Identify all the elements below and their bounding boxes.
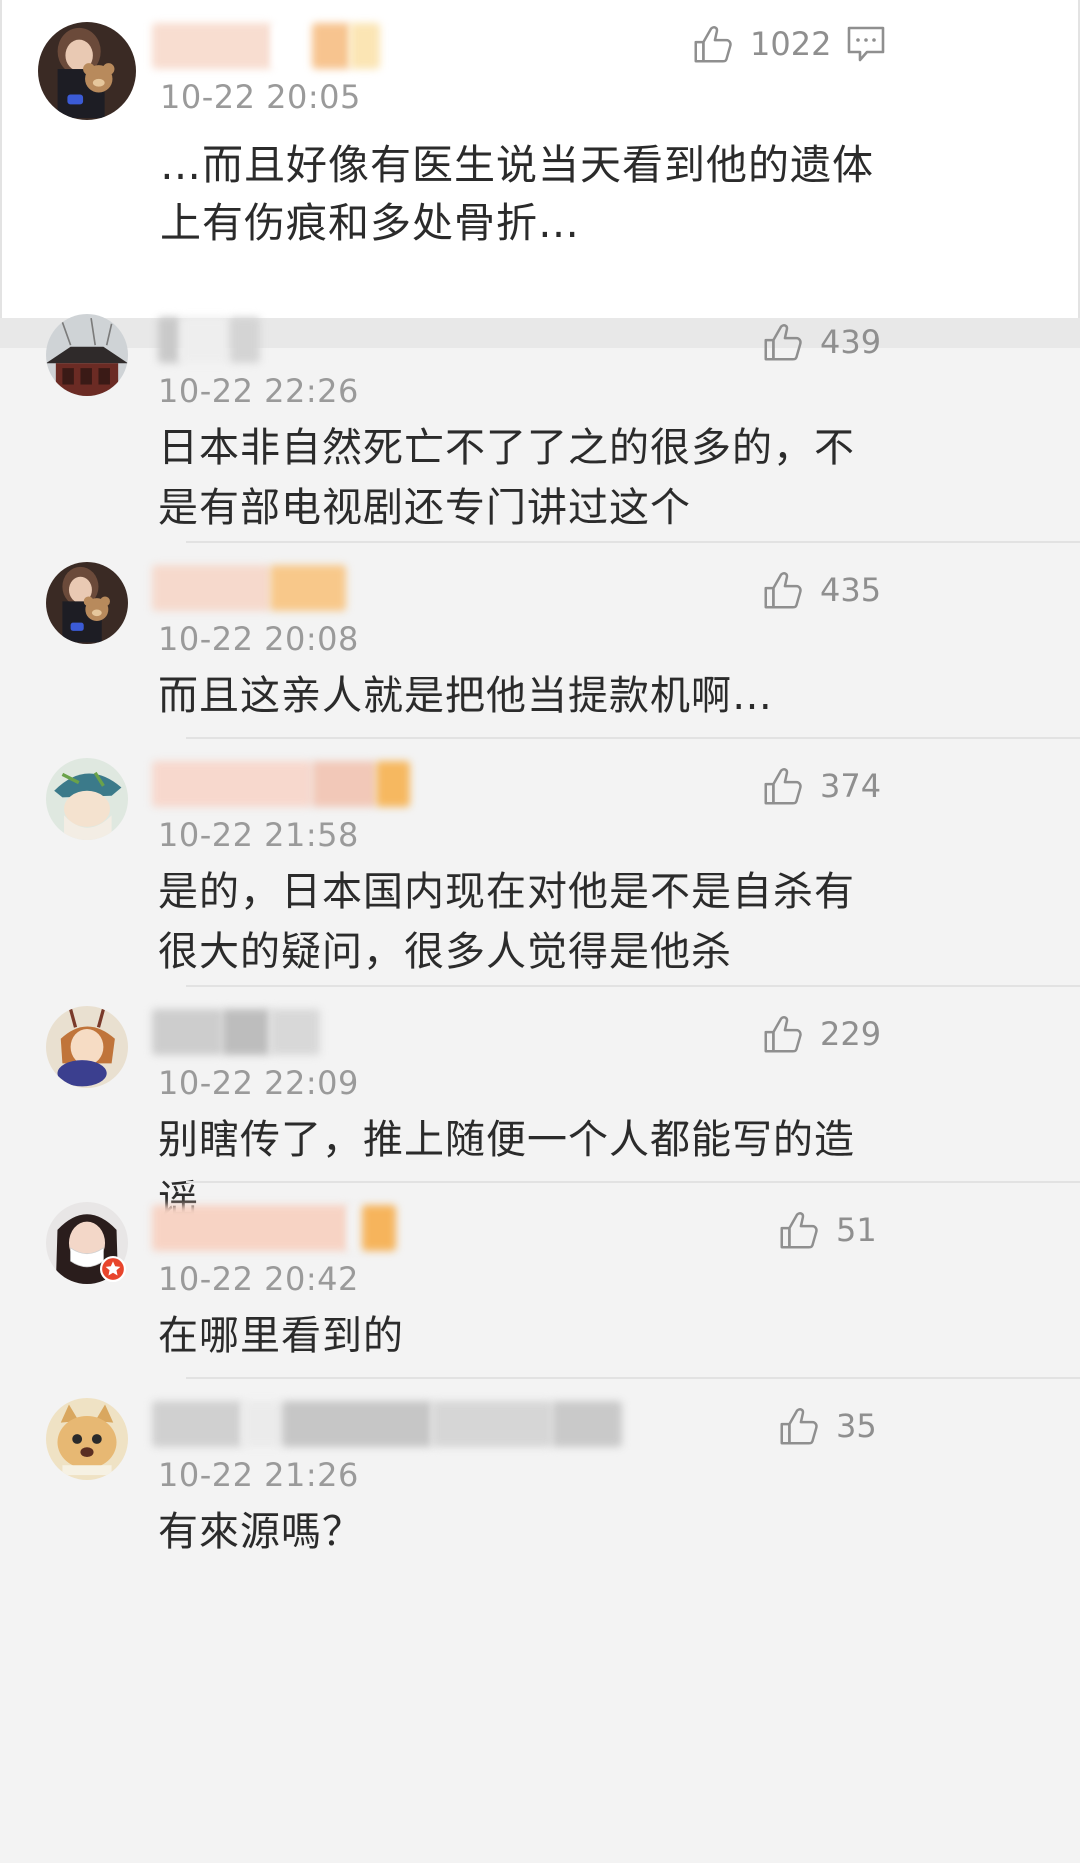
like-button[interactable]: 435	[760, 564, 881, 616]
thumbs-up-icon	[780, 1212, 818, 1249]
divider	[186, 1377, 1080, 1379]
like-button[interactable]: 35	[776, 1400, 877, 1452]
comment-text: 日本非自然死亡不了了之的很多的，不是有部电视剧还专门讲过这个	[158, 425, 855, 531]
comment-time: 10-22 21:58	[158, 816, 359, 854]
comment-time: 10-22 21:26	[158, 1456, 359, 1494]
main-comment: 10-22 20:05 1022 …而且好像有医生说当天看到他的遗体上有伤痕和多…	[0, 0, 1080, 318]
username-blurred[interactable]	[152, 1006, 320, 1058]
divider	[186, 541, 1080, 543]
thumbs-up-icon	[764, 1016, 802, 1053]
username-blurred[interactable]	[152, 1398, 622, 1450]
divider	[186, 1181, 1080, 1183]
like-count: 374	[820, 767, 882, 805]
avatar-anime-character-icon	[46, 1006, 128, 1088]
avatar-icon[interactable]	[46, 1006, 128, 1088]
like-count: 439	[820, 323, 882, 361]
like-count: 1022	[750, 25, 832, 63]
username-blurred[interactable]	[152, 758, 410, 810]
comment-icon[interactable]	[844, 22, 888, 66]
like-count: 435	[820, 571, 882, 609]
username-blurred[interactable]	[152, 20, 380, 72]
avatar-girl-with-bear-icon	[38, 22, 136, 120]
like-count: 35	[836, 1407, 877, 1445]
thumbs-up-icon	[780, 1408, 818, 1445]
comment-text: 有來源嗎？	[158, 1509, 363, 1555]
thumbs-up-icon	[764, 572, 802, 609]
comment-time: 10-22 20:05	[160, 78, 361, 116]
comment-text: 而且这亲人就是把他当提款机啊…	[158, 673, 773, 719]
like-button[interactable]: 1022	[690, 18, 831, 70]
thumbs-up-icon	[764, 768, 802, 805]
like-button[interactable]: 229	[760, 1008, 881, 1060]
avatar-icon[interactable]	[46, 758, 128, 840]
thumbs-up-icon	[764, 324, 802, 361]
avatar-anime-hat-icon	[46, 758, 128, 840]
avatar-icon[interactable]	[38, 22, 136, 120]
comment-text: …而且好像有医生说当天看到他的遗体上有伤痕和多处骨折…	[160, 141, 874, 247]
avatar-cat-icon	[46, 1398, 128, 1480]
avatar-temple-roof-icon	[46, 314, 128, 396]
thumbs-up-icon	[694, 26, 732, 63]
avatar-icon[interactable]	[46, 1398, 128, 1480]
avatar-icon[interactable]	[46, 314, 128, 396]
like-count: 51	[836, 1211, 877, 1249]
verified-badge-icon	[100, 1256, 126, 1282]
like-button[interactable]: 439	[760, 316, 881, 368]
comment-text: 在哪里看到的	[158, 1313, 404, 1359]
avatar-girl-with-bear-icon	[46, 562, 128, 644]
divider	[186, 737, 1080, 739]
comment-time: 10-22 22:26	[158, 372, 359, 410]
like-button[interactable]: 374	[760, 760, 881, 812]
comment-time: 10-22 22:09	[158, 1064, 359, 1102]
like-count: 229	[820, 1015, 882, 1053]
comment-time: 10-22 20:08	[158, 620, 359, 658]
avatar-icon[interactable]	[46, 562, 128, 644]
username-blurred[interactable]	[152, 1202, 396, 1254]
divider	[186, 985, 1080, 987]
username-blurred[interactable]	[152, 562, 346, 614]
username-blurred[interactable]	[158, 314, 260, 366]
comment-time: 10-22 20:42	[158, 1260, 359, 1298]
like-button[interactable]: 51	[776, 1204, 877, 1256]
comment-text: 是的，日本国内现在对他是不是自杀有很大的疑问，很多人觉得是他杀	[158, 869, 855, 975]
reply-list: 10-22 22:26 439 日本非自然死亡不了了之的很多的，不是有部电视剧还…	[0, 314, 1080, 1863]
